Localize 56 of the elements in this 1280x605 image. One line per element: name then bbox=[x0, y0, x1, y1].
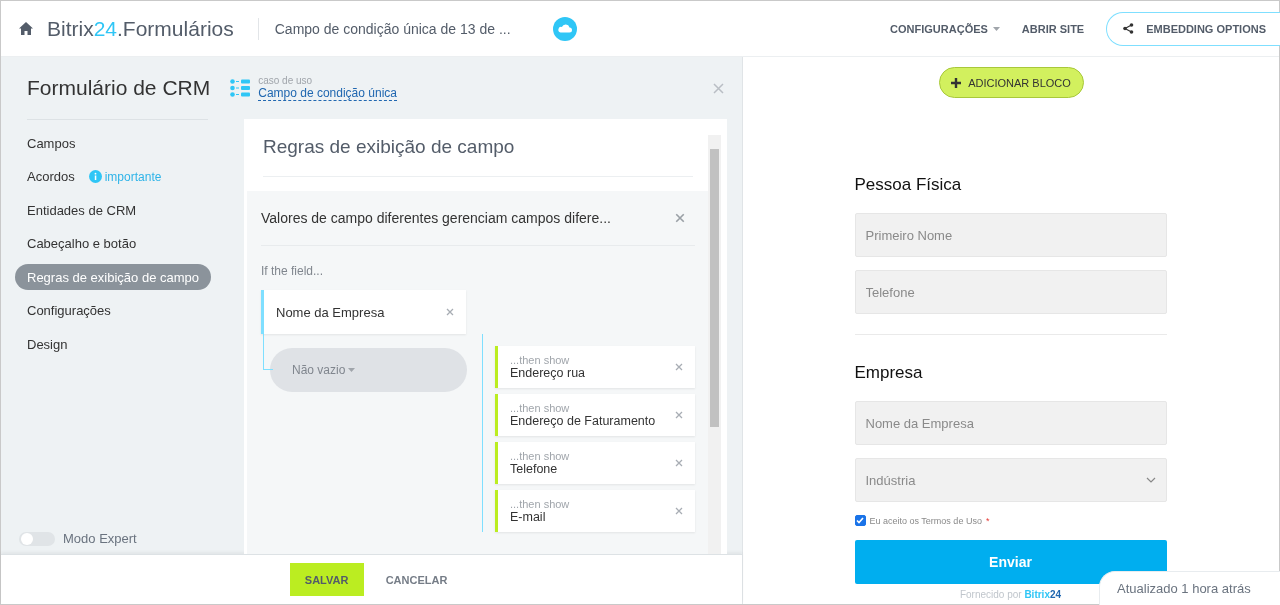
rule-title: Valores de campo diferentes gerenciam campos difere... bbox=[261, 210, 611, 226]
close-icon[interactable] bbox=[446, 308, 454, 316]
terms-label: Eu aceito os Termos de Uso bbox=[869, 515, 982, 526]
close-icon[interactable] bbox=[675, 363, 683, 371]
sidebar-item[interactable]: Campos bbox=[15, 130, 88, 156]
caret-icon bbox=[992, 26, 1000, 31]
embedding-options-button[interactable]: EMBEDDING OPTIONS bbox=[1106, 11, 1280, 46]
app-logo[interactable]: Bitrix24.Formulários bbox=[47, 16, 234, 41]
sidebar-item[interactable]: Design bbox=[15, 331, 80, 358]
use-case-label: caso de uso bbox=[258, 75, 314, 86]
if-field-label: If the field... bbox=[261, 264, 325, 278]
close-icon[interactable] bbox=[675, 411, 683, 419]
input-field[interactable]: Nome da Empresa bbox=[854, 401, 1167, 445]
close-icon[interactable] bbox=[675, 459, 683, 467]
use-case-link[interactable]: Campo de condição única bbox=[258, 86, 397, 101]
input-field[interactable]: Primeiro Nome bbox=[854, 213, 1167, 257]
form-section-title: Empresa bbox=[854, 363, 924, 383]
sidebar-item[interactable]: Cabeçalho e botão bbox=[15, 230, 149, 257]
info-icon bbox=[88, 170, 102, 184]
document-title: Campo de condição única de 13 de ... bbox=[257, 17, 511, 40]
action-field[interactable]: ...then show Endereço rua bbox=[495, 346, 695, 388]
scrollbar[interactable] bbox=[708, 135, 721, 554]
terms-checkbox[interactable] bbox=[854, 515, 866, 526]
close-icon[interactable] bbox=[713, 83, 724, 94]
sidebar-item[interactable]: Entidades de CRM bbox=[15, 197, 149, 224]
sidebar-item[interactable]: Configurações bbox=[15, 297, 123, 324]
required-mark: * bbox=[985, 515, 990, 526]
condition-field[interactable]: Nome da Empresa bbox=[261, 290, 466, 334]
panel-title: Formulário de CRM bbox=[27, 76, 211, 100]
close-icon[interactable] bbox=[675, 213, 685, 223]
sidebar-item-label: Acordos bbox=[27, 169, 75, 185]
caret-icon bbox=[348, 368, 356, 372]
home-icon[interactable] bbox=[19, 22, 33, 35]
input-field[interactable]: Telefone bbox=[854, 270, 1167, 314]
plus-icon bbox=[951, 77, 962, 88]
cloud-icon[interactable] bbox=[552, 16, 577, 41]
add-block-button[interactable]: ADICIONAR BLOCO bbox=[938, 67, 1084, 98]
sidebar-item[interactable]: Acordos importante bbox=[15, 163, 174, 190]
close-icon[interactable] bbox=[675, 507, 683, 515]
section-title: Regras de exibição de campo bbox=[263, 119, 693, 177]
important-label: importante bbox=[104, 169, 162, 184]
share-icon bbox=[1123, 23, 1135, 34]
menu-link[interactable]: CONFIGURAÇÕES bbox=[890, 22, 1000, 35]
cancel-button[interactable]: CANCELAR bbox=[379, 572, 454, 587]
action-field[interactable]: ...then show E-mail bbox=[495, 490, 695, 532]
expert-mode-switch[interactable] bbox=[19, 531, 55, 546]
action-field[interactable]: ...then show Telefone bbox=[495, 442, 695, 484]
powered-by-text: Fornecido por Bitrix24 bbox=[958, 589, 1063, 600]
action-field[interactable]: ...then show Endereço de Faturamento bbox=[495, 394, 695, 436]
chevron-down-icon bbox=[1145, 477, 1156, 483]
expert-mode-label: Modo Expert bbox=[63, 531, 137, 546]
list-icon bbox=[230, 79, 251, 97]
form-section-title: Pessoa Física bbox=[854, 175, 963, 195]
save-button[interactable]: SALVAR bbox=[289, 563, 364, 596]
menu-link[interactable]: ABRIR SITE bbox=[1021, 22, 1085, 35]
updated-status: Atualizado 1 hora atrás bbox=[1099, 571, 1280, 605]
